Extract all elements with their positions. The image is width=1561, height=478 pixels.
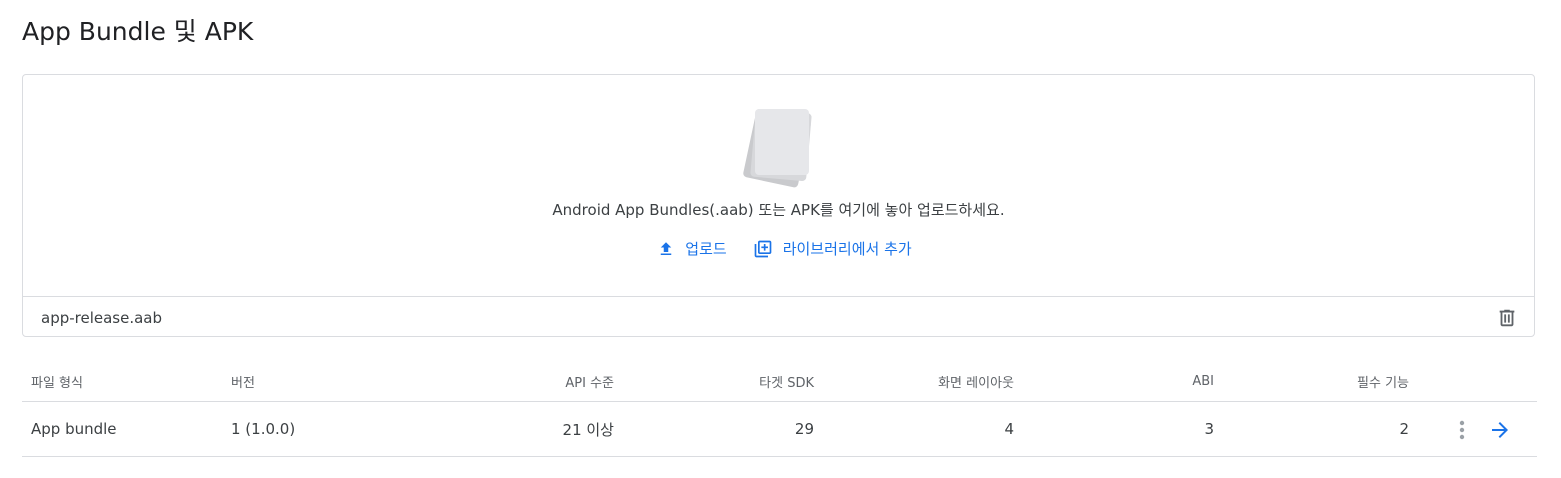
header-required-features: 필수 기능 (1357, 376, 1409, 391)
upload-button-label: 업로드 (685, 240, 727, 258)
drop-hint: Android App Bundles(.aab) 또는 APK를 여기에 놓아… (552, 201, 1005, 219)
cell-abi: 3 (1204, 420, 1214, 438)
header-version: 버전 (231, 376, 255, 391)
header-target-sdk: 타겟 SDK (759, 376, 814, 391)
upload-button[interactable]: 업로드 (657, 238, 727, 259)
cell-version: 1 (1.0.0) (231, 420, 296, 438)
header-screen-layouts: 화면 레이아웃 (938, 376, 1014, 391)
add-from-library-label: 라이브러리에서 추가 (782, 240, 912, 258)
arrow-forward-icon[interactable] (1488, 418, 1512, 442)
cell-required-features: 2 (1399, 420, 1409, 438)
page-title: App Bundle 및 APK (22, 17, 254, 46)
cell-target-sdk: 29 (794, 420, 814, 438)
add-from-library-button[interactable]: 라이브러리에서 추가 (753, 238, 912, 259)
upload-dropzone[interactable]: Android App Bundles(.aab) 또는 APK를 여기에 놓아… (22, 74, 1535, 337)
bundle-table: 파일 형식 버전 API 수준 타겟 SDK 화면 레이아웃 ABI 필수 기능… (22, 362, 1537, 457)
file-stack-icon (743, 109, 812, 188)
cell-api-level: 21 이상 (562, 420, 614, 439)
library-add-icon (754, 240, 772, 257)
delete-icon[interactable] (1496, 306, 1518, 330)
header-abi: ABI (1192, 374, 1214, 389)
cell-file-type: App bundle (31, 420, 117, 438)
header-file-type: 파일 형식 (31, 376, 83, 391)
upload-icon (661, 241, 672, 255)
uploaded-file-row: app-release.aab (23, 296, 1534, 338)
uploaded-file-name: app-release.aab (41, 308, 163, 327)
drop-area[interactable]: Android App Bundles(.aab) 또는 APK를 여기에 놓아… (23, 75, 1534, 296)
upload-actions: 업로드 라이브러리에서 추가 (23, 238, 1534, 259)
header-api-level: API 수준 (565, 376, 614, 391)
table-row[interactable]: App bundle 1 (1.0.0) 21 이상 29 4 3 2 (22, 402, 1537, 457)
table-header: 파일 형식 버전 API 수준 타겟 SDK 화면 레이아웃 ABI 필수 기능 (22, 362, 1537, 402)
cell-screen-layouts: 4 (1004, 420, 1014, 438)
more-vert-icon[interactable] (1454, 419, 1470, 441)
